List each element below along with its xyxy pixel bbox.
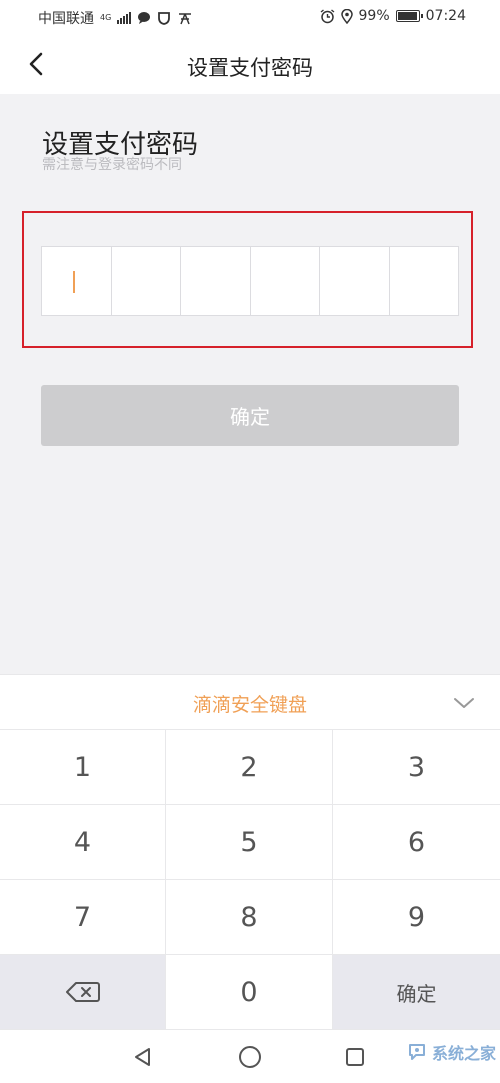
clock: 07:24 [425,8,466,24]
signal-icon [117,12,132,24]
nav-home-button[interactable] [237,1044,263,1070]
location-icon [340,8,353,24]
circle-home-icon [239,1046,261,1068]
status-right: 99% 07:24 [320,8,466,24]
key-0[interactable]: 0 [166,955,333,1030]
network-type: 4G [100,13,112,22]
square-recents-icon [346,1048,364,1066]
app-notification-icon [179,13,192,25]
text-cursor [73,271,75,293]
shield-icon [158,12,171,25]
keyboard-title: 滴滴安全键盘 [192,694,307,716]
alarm-icon [320,8,334,23]
key-7[interactable]: 7 [0,880,166,955]
keyboard-collapse-button[interactable] [450,689,478,717]
key-1[interactable]: 1 [0,730,166,805]
battery-icon [395,10,423,22]
pin-digit-2[interactable] [112,247,181,315]
pin-digit-4[interactable] [251,247,320,315]
key-6[interactable]: 6 [333,805,500,880]
pin-digit-1[interactable] [42,247,112,315]
nav-recents-button[interactable] [342,1044,368,1070]
watermark-logo-icon [408,1044,425,1060]
key-5[interactable]: 5 [166,805,333,880]
key-8[interactable]: 8 [166,880,333,955]
carrier-name: 中国联通 [38,11,94,27]
key-9[interactable]: 9 [333,880,500,955]
keyboard-header: 滴滴安全键盘 [0,674,500,730]
section-subtitle: 需注意与登录密码不同 [42,157,182,173]
pin-digit-5[interactable] [320,247,390,315]
battery-percent: 99% [358,8,390,24]
app-header: 设置支付密码 [0,34,500,94]
status-left: 中国联通 4G [38,8,193,28]
keypad: 1 2 3 4 5 6 7 8 9 0 确定 [0,730,500,1030]
main-content: 设置支付密码 需注意与登录密码不同 确定 [0,94,500,674]
secure-keyboard: 滴滴安全键盘 1 2 3 4 5 6 7 8 9 0 确定 [0,674,500,1030]
triangle-back-icon [135,1048,150,1066]
key-3[interactable]: 3 [333,730,500,805]
page-title: 设置支付密码 [187,56,313,80]
key-4[interactable]: 4 [0,805,166,880]
backspace-key[interactable] [0,955,166,1030]
chat-icon [138,12,151,24]
watermark-text: 系统之家 [431,1044,496,1063]
pin-digit-6[interactable] [390,247,459,315]
watermark: 系统之家 [406,1040,496,1064]
keyboard-confirm-key[interactable]: 确定 [333,955,500,1030]
chevron-down-icon [454,698,474,708]
key-2[interactable]: 2 [166,730,333,805]
status-bar: 中国联通 4G 99% 07:24 [0,0,500,34]
nav-back-button[interactable] [130,1044,156,1070]
backspace-icon [65,982,100,1002]
confirm-button[interactable]: 确定 [41,385,459,446]
pin-digit-3[interactable] [181,247,251,315]
password-pin-input[interactable] [41,246,459,316]
